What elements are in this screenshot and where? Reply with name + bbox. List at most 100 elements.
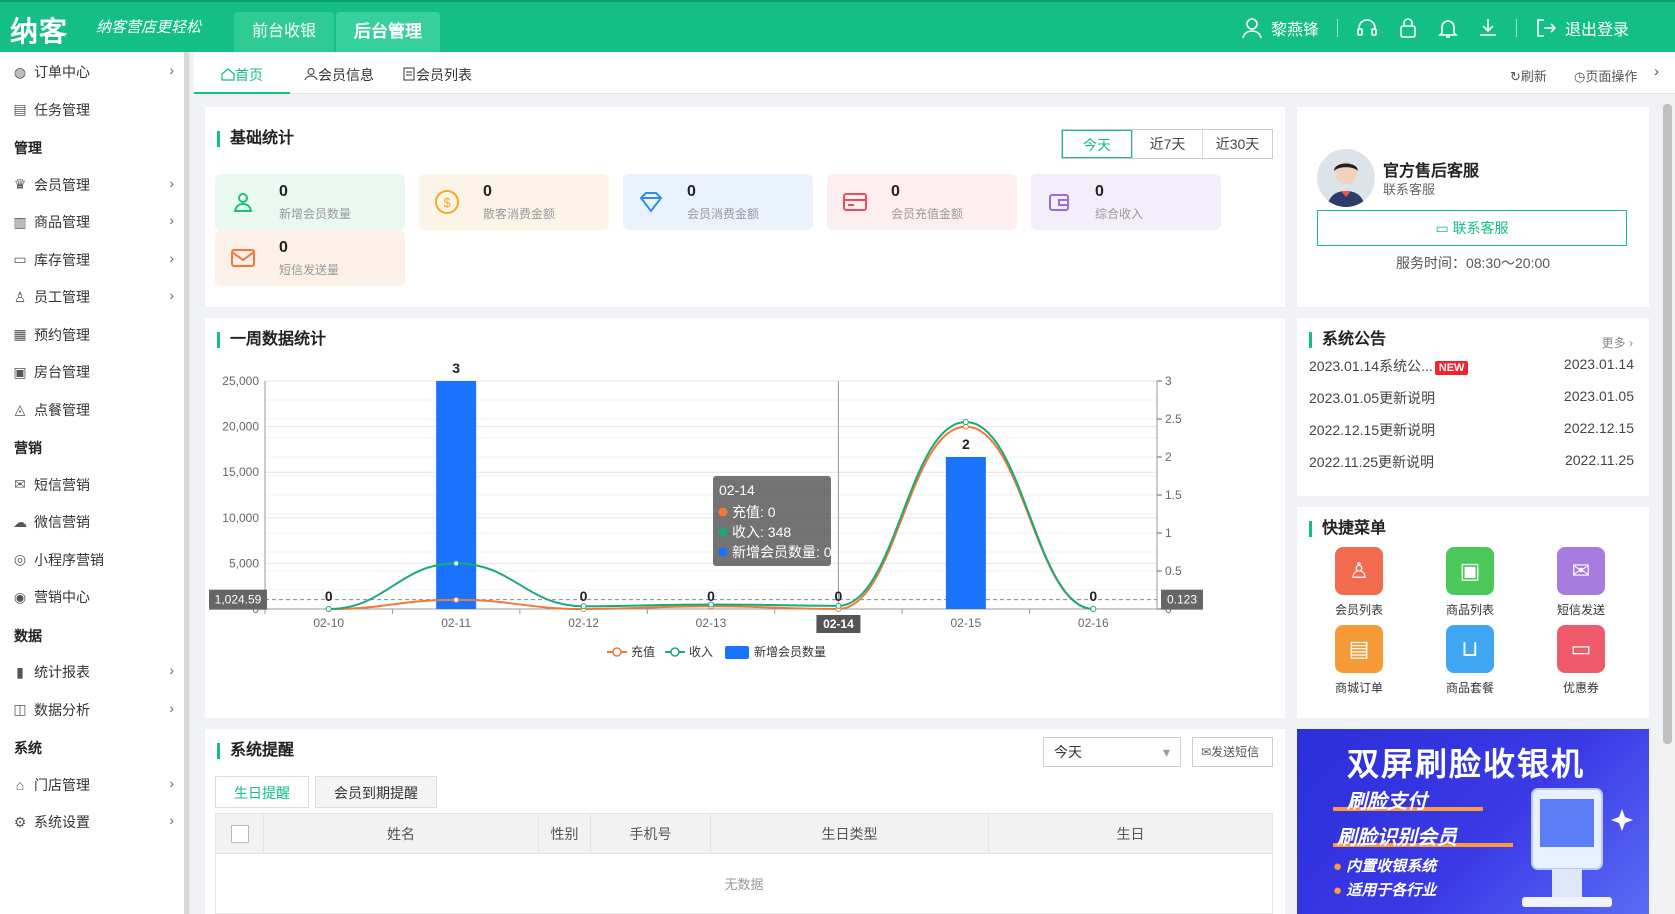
notice-title: 2022.12.15更新说明 [1309, 422, 1436, 438]
legend-new-members[interactable]: 新增会员数量 [754, 644, 826, 659]
stat-card-sms-sent[interactable]: 0 短信发送量 [215, 230, 405, 286]
sidebar-item[interactable]: ▦ 预约管理 [0, 315, 186, 355]
recharge-point[interactable] [453, 596, 460, 603]
sidebar-item[interactable]: ♙ 员工管理 › [0, 277, 186, 317]
sidebar-group-label: 管理 [14, 140, 42, 156]
sidebar-item[interactable]: ▥ 商品管理 › [0, 202, 186, 242]
legend-income[interactable]: 收入 [689, 645, 713, 659]
chevron-right-icon: › [169, 699, 174, 716]
select-all-checkbox[interactable] [230, 824, 249, 843]
tab-member-info[interactable]: 会员信息 [304, 52, 374, 94]
tab-member-list[interactable]: 会员列表 [402, 52, 472, 94]
ad-line1: 刷脸支付 [1347, 791, 1427, 813]
quick-menu-item[interactable]: ▣ 商品列表 [1430, 547, 1510, 618]
select-all-checkbox-cell[interactable] [215, 813, 264, 854]
sidebar-item[interactable]: ◫ 数据分析 › [0, 690, 186, 730]
notice-item[interactable]: 2023.01.05更新说明 2023.01.05 [1309, 388, 1634, 408]
quick-menu-item[interactable]: ⊔ 商品套餐 [1430, 625, 1510, 696]
chevron-right-icon: › [169, 774, 174, 791]
sidebar-item[interactable]: ▤ 任务管理 [0, 90, 186, 130]
range-today[interactable]: 今天 [1062, 130, 1132, 158]
clock-icon: ◷ [1574, 69, 1586, 84]
tabs-next-button[interactable]: › [1654, 63, 1659, 80]
income-point[interactable] [835, 602, 842, 609]
income-point[interactable] [962, 419, 969, 426]
analytics-icon: ◫ [13, 701, 27, 717]
notices-more-link[interactable]: 更多 › [1602, 334, 1633, 351]
quick-menu-item[interactable]: ▤ 商城订单 [1319, 625, 1399, 696]
stat-card-member-recharge[interactable]: 0 会员充值金额 [827, 174, 1017, 230]
contact-service-button[interactable]: ▭ 联系客服 [1317, 210, 1627, 246]
sidebar-item-label: 点餐管理 [34, 401, 90, 418]
notification-button[interactable] [1428, 2, 1468, 54]
sidebar-item-label: 员工管理 [34, 289, 90, 305]
quick-menu-item[interactable]: ♙ 会员列表 [1319, 547, 1399, 618]
stat-card-new-members[interactable]: 0 新增会员数量 [215, 174, 405, 230]
bar[interactable] [436, 381, 477, 609]
sidebar-item[interactable]: ⌂ 门店管理 › [0, 765, 186, 805]
income-point[interactable] [1090, 606, 1097, 612]
logout-button[interactable]: 退出登录 [1525, 2, 1639, 54]
tab-home[interactable]: 首页 [194, 52, 290, 94]
income-point[interactable] [453, 560, 460, 567]
sidebar-item[interactable]: ▮ 统计报表 › [0, 652, 186, 692]
sidebar-item[interactable]: ✉ 短信营销 [0, 465, 186, 505]
tab-front-cashier[interactable]: 前台收银 [234, 12, 335, 52]
legend-recharge[interactable]: 充值 [631, 644, 655, 659]
download-button[interactable] [1468, 2, 1508, 54]
reminder-table-header: 姓名 性别 手机号 生日类型 生日 [215, 813, 1273, 854]
lock-button[interactable] [1388, 2, 1428, 54]
sidebar-item[interactable]: ☁ 微信营销 [0, 502, 186, 542]
page-scrollbar[interactable] [1660, 94, 1675, 914]
sidebar-item[interactable]: ◬ 点餐管理 [0, 390, 186, 430]
inventory-icon: ▭ [13, 251, 27, 267]
legend-income-dot [670, 647, 680, 657]
support-button[interactable] [1346, 2, 1388, 54]
stat-card-member-spend[interactable]: 0 会员消费金额 [623, 174, 813, 230]
sidebar-item[interactable]: ▣ 房台管理 [0, 352, 186, 392]
reminder-range-select[interactable]: 今天 ▾ [1043, 737, 1181, 767]
notice-item[interactable]: 2022.11.25更新说明 2022.11.25 [1309, 452, 1634, 472]
sidebar-item[interactable]: ♛ 会员管理 › [0, 165, 186, 205]
subtab-member-expiry[interactable]: 会员到期提醒 [315, 776, 437, 808]
notice-item[interactable]: 2022.12.15更新说明 2022.12.15 [1309, 420, 1634, 440]
tooltip-dot [718, 527, 728, 537]
stat-label: 短信发送量 [279, 262, 340, 277]
quick-menu-item[interactable]: ✉ 短信发送 [1541, 547, 1621, 618]
ad-line2: 刷脸识别会员 [1337, 827, 1457, 849]
income-point[interactable] [708, 601, 714, 608]
income-point[interactable] [325, 606, 332, 612]
sidebar-item[interactable]: ◍ 订单中心 › [0, 52, 186, 92]
sidebar-item[interactable]: ◎ 小程序营销 [0, 540, 186, 580]
income-point[interactable] [580, 603, 587, 610]
sidebar-item-label: 营销中心 [34, 589, 90, 605]
stat-card-total-income[interactable]: 0 综合收入 [1031, 174, 1221, 230]
page-ops-label: 页面操作 [1585, 69, 1638, 84]
chevron-right-icon: › [169, 249, 174, 266]
card-icon [827, 174, 883, 230]
refresh-button[interactable]: ↻刷新 [1510, 66, 1547, 85]
page-scrollbar-thumb[interactable] [1663, 104, 1672, 744]
customer-service-panel: 官方售后客服 联系客服 ▭ 联系客服 服务时间：08:30～20:00 [1297, 107, 1649, 307]
stat-card-walkin-spend[interactable]: $ 0 散客消费金额 [419, 174, 609, 230]
quick-menu-label: 商品列表 [1445, 603, 1494, 617]
notice-item[interactable]: 2023.01.14系统公... NEW 2023.01.14 [1309, 356, 1634, 376]
sidebar-item[interactable]: ⚙ 系统设置 › [0, 802, 186, 842]
tab-back-admin[interactable]: 后台管理 [336, 12, 440, 52]
notice-date: 2022.12.15 [1563, 420, 1634, 436]
quick-menu-item[interactable]: ▭ 优惠券 [1541, 625, 1621, 696]
range-7days[interactable]: 近7天 [1132, 130, 1202, 158]
bar[interactable] [945, 457, 986, 609]
service-hours: 服务时间：08:30～20:00 [1395, 255, 1551, 271]
y-left-tick: 25,000 [222, 374, 259, 388]
sidebar-item[interactable]: ◉ 营销中心 [0, 577, 186, 617]
page-ops-button[interactable]: ◷页面操作 [1574, 66, 1637, 85]
range-30days[interactable]: 近30天 [1202, 130, 1272, 158]
stat-label: 综合收入 [1095, 206, 1144, 221]
refresh-label: 刷新 [1520, 69, 1547, 84]
subtab-birthday[interactable]: 生日提醒 [215, 776, 309, 808]
send-sms-button[interactable]: ✉发送短信 [1192, 737, 1273, 767]
user-menu[interactable]: 黎燕锋 [1231, 2, 1329, 54]
ad-banner[interactable]: 双屏刷脸收银机 刷脸支付 刷脸识别会员 ● 内置收银系统 ● 适用于各行业 [1297, 729, 1649, 914]
sidebar-item[interactable]: ▭ 库存管理 › [0, 240, 186, 280]
